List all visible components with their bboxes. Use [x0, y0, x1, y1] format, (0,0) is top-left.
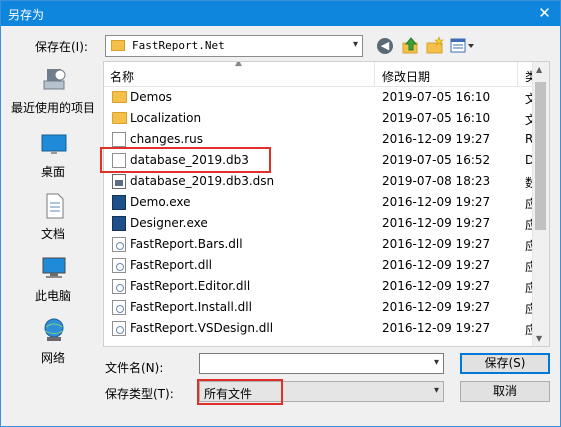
scroll-up-icon[interactable]: ▲ [536, 65, 542, 74]
view-menu-icon[interactable] [449, 36, 477, 56]
dll-file-icon [112, 321, 126, 336]
exe-file-icon [112, 195, 126, 210]
location-combo[interactable]: FastReport.Net ▾ [105, 35, 363, 57]
table-row[interactable]: changes.rus2016-12-09 19:27RU [104, 129, 542, 150]
filename-input[interactable]: ▾ [199, 353, 444, 374]
documents-icon [46, 193, 64, 219]
folder-icon [111, 40, 125, 51]
file-name: Designer.exe [130, 216, 208, 230]
file-list[interactable]: ▲ 名称 修改日期 类 Demos 2019-07-05 16:10 文 Locali… [103, 61, 550, 347]
table-row[interactable]: FastReport.dll 2016-12-09 19:27 应 [104, 255, 537, 276]
save-as-dialog: 另存为 ✕ 保存在(I): FastReport.Net ▾ ◀ 最近使用的项目… [0, 0, 561, 427]
place-recent[interactable]: 最近使用的项目 [5, 63, 101, 119]
table-row[interactable]: FastReport.Editor.dll 2016-12-09 19:27 应 [104, 276, 537, 297]
file-date: 2016-12-09 19:27 [382, 258, 491, 272]
file-date: 2016-12-09 19:27 [382, 300, 491, 314]
file-date: 2019-07-08 18:23 [382, 174, 491, 188]
table-row[interactable]: Designer.exe 2016-12-09 19:27 应 [104, 213, 537, 234]
file-date: 2019-07-05 16:10 [382, 111, 491, 125]
file-date: 2019-07-05 16:52 [382, 153, 491, 167]
dll-file-icon [112, 300, 126, 315]
save-button[interactable]: 保存(S) [460, 353, 550, 374]
file-date: 2016-12-09 19:27 [382, 132, 491, 146]
column-divider[interactable] [517, 62, 518, 86]
vertical-scrollbar[interactable]: ▲ ▼ [532, 62, 549, 346]
window-title: 另存为 [8, 8, 45, 22]
file-name: changes.rus [130, 132, 204, 146]
file-date: 2019-07-05 16:10 [382, 90, 491, 104]
dll-file-icon [112, 279, 126, 294]
file-name: FastReport.VSDesign.dll [130, 321, 274, 335]
column-divider[interactable] [374, 62, 375, 86]
folder-icon [112, 91, 127, 103]
place-label: 最近使用的项目 [10, 101, 95, 115]
file-name: FastReport.dll [130, 258, 212, 272]
file-name: FastReport.Bars.dll [130, 237, 243, 251]
place-label: 桌面 [40, 165, 65, 179]
place-label: 文档 [40, 227, 65, 241]
place-label: 此电脑 [34, 289, 71, 303]
chevron-down-icon[interactable]: ▾ [434, 385, 439, 396]
file-date: 2016-12-09 19:27 [382, 195, 491, 209]
cancel-button[interactable]: 取消 [460, 381, 550, 402]
dll-file-icon [112, 258, 126, 273]
file-name: FastReport.Editor.dll [130, 279, 251, 293]
close-icon[interactable]: ✕ [529, 1, 560, 26]
file-date: 2016-12-09 19:27 [382, 279, 491, 293]
folder-icon [112, 112, 127, 124]
scroll-down-icon[interactable]: ▼ [536, 334, 542, 343]
back-icon[interactable]: ◀ [377, 36, 395, 56]
sort-chevron-up-icon: ▲ [235, 61, 242, 68]
column-header-name[interactable]: 名称 [110, 68, 134, 85]
dsn-file-icon [112, 174, 126, 189]
file-name: Demo.exe [130, 195, 191, 209]
place-computer[interactable]: 此电脑 [5, 251, 101, 307]
table-row[interactable]: Localization 2019-07-05 16:10 文 [104, 108, 537, 129]
recent-icon [43, 69, 66, 90]
doc-file-icon [112, 153, 126, 168]
place-documents[interactable]: 文档 [5, 189, 101, 245]
table-row[interactable]: FastReport.VSDesign.dll 2016-12-09 19:27 应 [104, 318, 537, 339]
place-network[interactable]: 网络 [5, 313, 101, 369]
dll-file-icon [112, 237, 126, 252]
location-value: FastReport.Net [132, 39, 225, 52]
title-bar[interactable]: 另存为 ✕ [1, 1, 560, 26]
computer-icon [42, 257, 66, 278]
desktop-icon [41, 134, 67, 154]
column-header-date[interactable]: 修改日期 [382, 68, 430, 85]
chevron-down-icon[interactable]: ▾ [353, 39, 358, 50]
file-name: Demos [130, 90, 172, 104]
file-date: 2016-12-09 19:27 [382, 237, 491, 251]
save-in-label: 保存在(I): [35, 40, 88, 54]
up-folder-icon[interactable] [401, 36, 421, 56]
file-name: database_2019.db3.dsn [130, 174, 275, 188]
chevron-down-icon[interactable]: ▾ [434, 357, 439, 368]
filename-label: 文件名(N): [105, 361, 164, 375]
filetype-select[interactable]: 所有文件 ▾ [199, 381, 444, 402]
file-name: Localization [130, 111, 202, 125]
exe-file-icon [112, 216, 126, 231]
new-folder-icon[interactable] [425, 36, 445, 56]
table-row[interactable]: FastReport.Install.dll 2016-12-09 19:27 应 [104, 297, 537, 318]
scroll-thumb[interactable] [535, 82, 546, 230]
place-desktop[interactable]: 桌面 [5, 127, 101, 183]
list-header: ▲ 名称 修改日期 类 [104, 61, 537, 87]
filetype-label: 保存类型(T): [105, 387, 174, 401]
table-row[interactable]: Demo.exe 2016-12-09 19:27 应 [104, 192, 537, 213]
doc-file-icon [112, 132, 126, 147]
place-label: 网络 [40, 351, 65, 365]
filetype-value: 所有文件 [204, 387, 253, 401]
table-row[interactable]: database_2019.db3.dsn 2019-07-08 18:23 数 [104, 171, 537, 192]
table-row[interactable]: Demos 2019-07-05 16:10 文 [104, 87, 537, 108]
network-icon [44, 318, 64, 341]
file-date: 2016-12-09 19:27 [382, 321, 491, 335]
file-name: FastReport.Install.dll [130, 300, 252, 314]
table-row[interactable]: FastReport.Bars.dll 2016-12-09 19:27 应 [104, 234, 537, 255]
file-date: 2016-12-09 19:27 [382, 216, 491, 230]
table-row[interactable]: database_2019.db32019-07-05 16:52DI [104, 150, 538, 171]
places-bar: 最近使用的项目 桌面 文档 此电脑 网络 [5, 61, 101, 381]
file-name: database_2019.db3 [130, 153, 249, 167]
